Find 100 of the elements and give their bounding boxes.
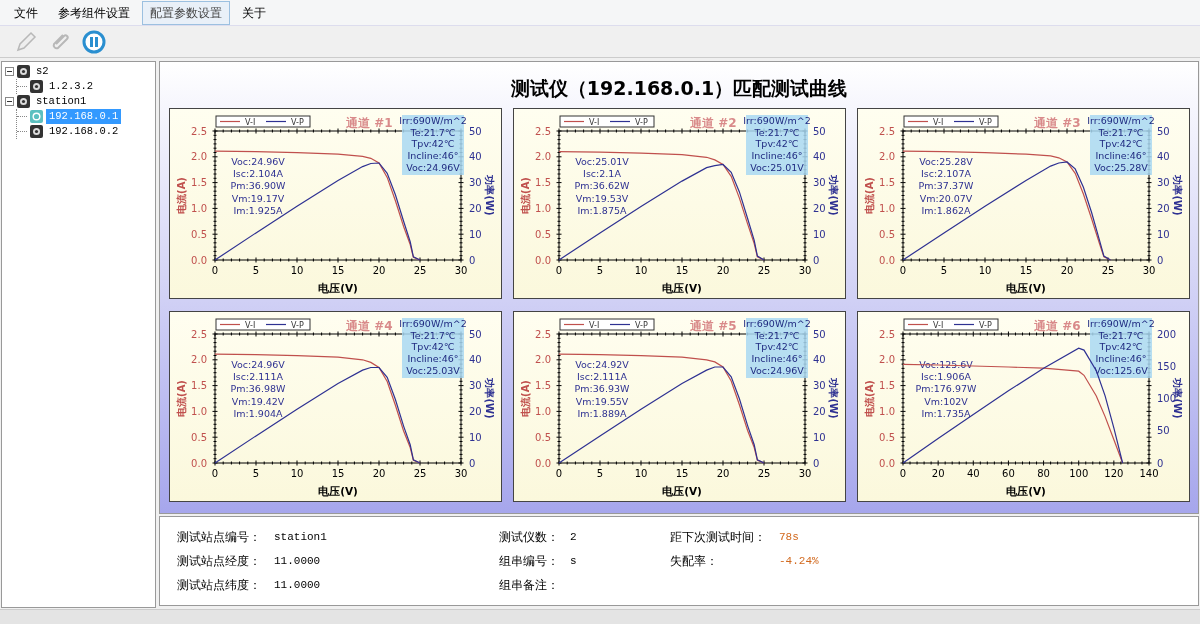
legend-label: V-I bbox=[932, 117, 943, 127]
pause-icon bbox=[82, 29, 106, 54]
legend-label: V-I bbox=[932, 320, 943, 330]
tick-label: 20 bbox=[812, 405, 826, 417]
tick-label: 0 bbox=[211, 468, 218, 479]
parameter-text: Im:1.925A bbox=[233, 204, 282, 216]
parameter-text: Voc:25.28V bbox=[918, 156, 973, 167]
info-panel bbox=[1089, 318, 1152, 378]
tick-label: 0.5 bbox=[190, 228, 207, 240]
field-value: 78s bbox=[779, 529, 799, 545]
field-label: 测试站点经度： bbox=[177, 553, 262, 570]
menu-item[interactable]: 关于 bbox=[234, 0, 274, 25]
tick-label: 1.0 bbox=[878, 405, 895, 417]
legend-label: V-P bbox=[634, 320, 648, 330]
menu-item[interactable]: 参考组件设置 bbox=[50, 0, 138, 25]
menu-item[interactable]: 配置参数设置 bbox=[142, 0, 230, 25]
tick-label: 0 bbox=[468, 457, 475, 469]
tree-item[interactable]: 1.2.3.2 bbox=[46, 78, 97, 95]
info-text: Irr:690W/m^2 bbox=[1086, 318, 1155, 329]
tick-label: 30 bbox=[454, 468, 467, 479]
channel-label: 通道 #2 bbox=[689, 116, 737, 130]
tick-label: 10 bbox=[290, 468, 303, 479]
legend-label: V-I bbox=[244, 117, 255, 127]
tick-label: 40 bbox=[468, 151, 482, 163]
tick-label: 10 bbox=[812, 431, 826, 443]
tick-label: 30 bbox=[1142, 265, 1155, 276]
legend-label: V-P bbox=[290, 117, 304, 127]
tick-label: 30 bbox=[468, 177, 482, 189]
tick-label: 1.0 bbox=[534, 202, 551, 214]
tick-label: 0.0 bbox=[190, 254, 207, 266]
legend-swatch bbox=[608, 120, 631, 123]
parameter-text: Pm:36.93W bbox=[574, 383, 629, 395]
tick-label: 5 bbox=[940, 265, 947, 276]
tick-label: 40 bbox=[1156, 151, 1170, 163]
legend-label: V-I bbox=[588, 320, 599, 330]
tick-label: 1.0 bbox=[534, 405, 551, 417]
tick-label: 0.0 bbox=[190, 457, 207, 469]
info-text: Irr:690W/m^2 bbox=[742, 115, 811, 126]
tick-label: 25 bbox=[757, 468, 770, 479]
legend-label: V-I bbox=[244, 320, 255, 330]
tick-label: 50 bbox=[1156, 425, 1170, 437]
tick-label: 0.5 bbox=[534, 431, 551, 443]
field-label: 距下次测试时间： bbox=[670, 529, 767, 546]
parameter-text: Isc:2.107A bbox=[920, 168, 971, 180]
info-text: Te:21.7℃ bbox=[1097, 329, 1144, 341]
axis-title: 电压(V) bbox=[317, 485, 358, 497]
tree-item[interactable]: station1 bbox=[33, 93, 90, 110]
parameter-text: Voc:24.96V bbox=[230, 359, 285, 370]
tick-label: 0.0 bbox=[534, 457, 551, 469]
tick-label: 0.0 bbox=[534, 254, 551, 266]
info-text: Voc:25.03V bbox=[405, 364, 460, 376]
info-text: Voc:24.96V bbox=[749, 364, 804, 376]
tick-label: 2.5 bbox=[534, 125, 551, 137]
axis-title: 电压(V) bbox=[1005, 485, 1046, 497]
tick-label: 0 bbox=[899, 265, 906, 276]
axis-title: 功率(W) bbox=[1171, 175, 1183, 216]
info-text: Voc:24.96V bbox=[405, 161, 460, 173]
info-text: Incline:46° bbox=[1094, 150, 1147, 162]
parameter-text: Pm:36.98W bbox=[230, 383, 285, 395]
legend-swatch bbox=[608, 323, 631, 326]
tick-label: 30 bbox=[812, 380, 826, 392]
tick-label: 140 bbox=[1138, 468, 1159, 479]
tick-label: 1.0 bbox=[190, 202, 207, 214]
parameter-text: Vm:19.17V bbox=[231, 192, 284, 204]
tick-label: 0 bbox=[812, 254, 819, 266]
info-text: Tpv:42℃ bbox=[755, 341, 798, 353]
axis-title: 电流(A) bbox=[519, 380, 531, 417]
parameter-text: Im:1.735A bbox=[921, 407, 970, 419]
parameter-text: Im:1.904A bbox=[233, 407, 282, 419]
info-text: Incline:46° bbox=[750, 353, 803, 365]
info-text: Te:21.7℃ bbox=[753, 329, 800, 341]
tick-label: 1.5 bbox=[878, 380, 895, 392]
info-text: Tpv:42℃ bbox=[411, 138, 454, 150]
tree-item[interactable]: 192.168.0.2 bbox=[46, 123, 122, 140]
tick-label: 1.0 bbox=[190, 405, 207, 417]
axis-title: 电压(V) bbox=[661, 282, 702, 294]
tick-label: 2.5 bbox=[534, 328, 551, 340]
menu-item[interactable]: 文件 bbox=[6, 0, 46, 25]
tick-label: 30 bbox=[1156, 177, 1170, 189]
parameter-text: Isc:1.906A bbox=[920, 371, 971, 383]
info-text: Tpv:42℃ bbox=[755, 138, 798, 150]
info-text: Incline:46° bbox=[406, 150, 459, 162]
field-value: 11.0000 bbox=[274, 577, 321, 593]
info-text: Irr:690W/m^2 bbox=[1086, 115, 1155, 126]
tree-item[interactable]: s2 bbox=[33, 63, 52, 80]
axis-title: 电压(V) bbox=[317, 282, 358, 294]
node-icon bbox=[30, 80, 43, 93]
collapse-icon[interactable] bbox=[5, 97, 14, 106]
collapse-icon[interactable] bbox=[5, 67, 14, 76]
tick-label: 0.0 bbox=[878, 457, 895, 469]
info-text: Voc:25.28V bbox=[1093, 161, 1148, 173]
info-text: Irr:690W/m^2 bbox=[742, 318, 811, 329]
tick-label: 20 bbox=[468, 202, 482, 214]
tick-label: 2.5 bbox=[190, 328, 207, 340]
tick-label: 0 bbox=[812, 457, 819, 469]
parameter-text: Pm:176.97W bbox=[915, 383, 976, 395]
tick-label: 150 bbox=[1156, 360, 1176, 372]
legend-swatch bbox=[264, 323, 287, 326]
info-text: Incline:46° bbox=[1094, 353, 1147, 365]
tick-label: 15 bbox=[331, 265, 344, 276]
